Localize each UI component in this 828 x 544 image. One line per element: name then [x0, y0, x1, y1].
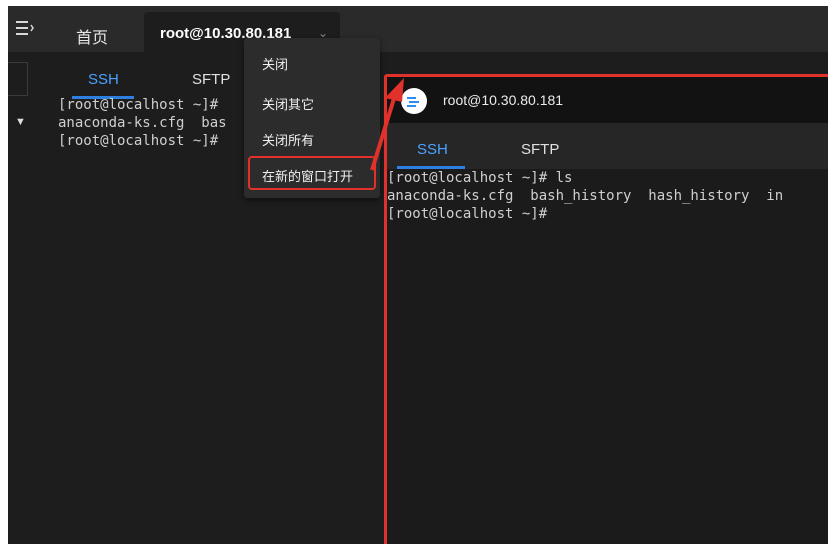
menu-item-close-others[interactable]: 关闭其它 [262, 94, 314, 113]
menu-item-close[interactable]: 关闭 [262, 54, 288, 73]
tab-context-menu: 关闭 关闭其它 关闭所有 在新的窗口打开 [244, 38, 380, 198]
new-window: root@10.30.80.181 SSH SFTP [root@localho… [384, 74, 828, 544]
new-window-tabs: SSH SFTP [387, 123, 828, 169]
app-logo-icon [401, 88, 427, 114]
menu-item-close-all[interactable]: 关闭所有 [262, 130, 314, 149]
new-window-titlebar: root@10.30.80.181 [387, 77, 828, 123]
terminal-line: [root@localhost ~]# ls [387, 170, 573, 186]
tab-sftp[interactable]: SFTP [192, 71, 230, 88]
tab-home[interactable]: 首页 [76, 24, 108, 48]
caret-down-icon[interactable]: ▼ [15, 116, 26, 128]
tab-ssh[interactable]: SSH [417, 141, 448, 158]
terminal-output[interactable]: [root@localhost ~]# ls anaconda-ks.cfg ba… [387, 169, 828, 223]
side-panel-box[interactable] [8, 62, 28, 96]
highlight-box [248, 156, 376, 190]
tab-ssh[interactable]: SSH [88, 71, 119, 88]
hamburger-menu-icon[interactable] [16, 20, 34, 36]
tab-sftp[interactable]: SFTP [521, 141, 559, 158]
terminal-line: [root@localhost ~]# [387, 206, 548, 222]
app-window: 首页 root@10.30.80.181 ⌄ ▼ SSH SFTP [root@… [8, 6, 828, 544]
top-tab-bar: 首页 root@10.30.80.181 ⌄ [8, 6, 828, 52]
terminal-line: anaconda-ks.cfg bash_history hash_histor… [387, 188, 784, 204]
window-title: root@10.30.80.181 [443, 92, 564, 108]
